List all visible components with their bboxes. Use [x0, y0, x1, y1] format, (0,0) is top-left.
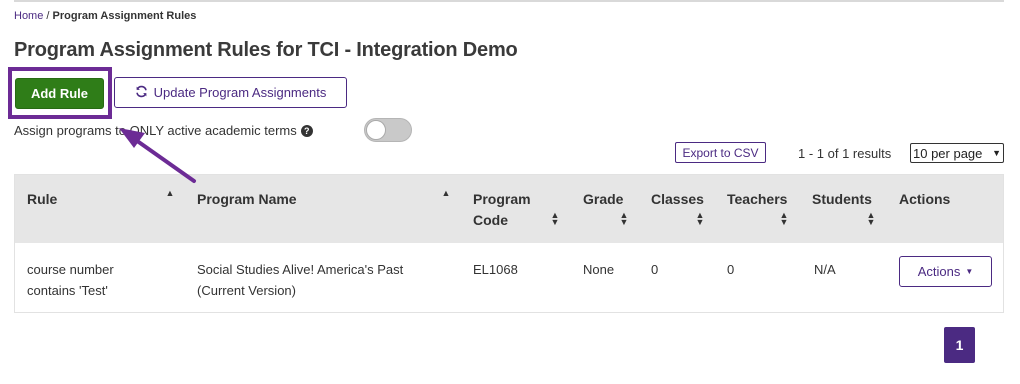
sort-asc-icon[interactable]: ▲ — [165, 189, 175, 198]
rule-line2: contains 'Test' — [27, 283, 108, 298]
caret-down-icon: ▼ — [965, 267, 974, 276]
column-header-rule[interactable]: Rule — [27, 189, 57, 210]
program-name-line2: (Current Version) — [197, 283, 296, 298]
per-page-value: 10 per page — [913, 145, 983, 161]
column-header-teachers[interactable]: Teachers — [727, 189, 787, 210]
add-rule-button[interactable]: Add Rule — [15, 78, 104, 109]
question-circle-icon[interactable]: ? — [300, 124, 313, 137]
cell-students: N/A — [814, 262, 836, 277]
refresh-icon — [135, 85, 148, 101]
breadcrumb-current: Program Assignment Rules — [52, 10, 197, 22]
breadcrumb-home-link[interactable]: Home — [14, 10, 43, 22]
program-code-header-line2: Code — [473, 212, 508, 228]
breadcrumb-separator: / — [43, 10, 53, 22]
sort-both-icon[interactable]: ▲ ▼ — [866, 211, 876, 227]
row-actions-label: Actions — [917, 264, 961, 279]
column-header-students[interactable]: Students — [812, 189, 872, 210]
column-header-actions: Actions — [899, 191, 951, 207]
column-header-program-name[interactable]: Program Name — [197, 189, 297, 210]
column-header-classes[interactable]: Classes — [651, 189, 704, 210]
cell-program-code: EL1068 — [473, 262, 518, 277]
update-program-assignments-button[interactable]: Update Program Assignments — [114, 77, 347, 108]
column-header-grade[interactable]: Grade — [583, 189, 623, 210]
breadcrumb: Home / Program Assignment Rules — [14, 10, 196, 22]
row-actions-button[interactable]: Actions ▼ — [899, 256, 992, 287]
cell-rule: course number contains 'Test' — [27, 259, 114, 301]
sort-asc-icon[interactable]: ▲ — [441, 189, 451, 198]
chevron-down-icon: ▼ — [992, 148, 1001, 158]
update-program-assignments-label: Update Program Assignments — [153, 85, 327, 100]
cell-grade: None — [583, 262, 615, 277]
rules-table: Rule ▲ Program Name ▲ Program Code ▲ ▼ Gr… — [14, 174, 1004, 313]
assign-active-terms-text: Assign programs to ONLY active academic … — [14, 123, 297, 138]
per-page-select[interactable]: 10 per page ▼ — [910, 143, 1004, 163]
assign-active-terms-label: Assign programs to ONLY active academic … — [14, 123, 313, 138]
assign-active-terms-toggle[interactable] — [364, 118, 412, 142]
results-count: 1 - 1 of 1 results — [798, 146, 892, 161]
sort-both-icon[interactable]: ▲ ▼ — [695, 211, 705, 227]
pagination-page-button[interactable]: 1 — [944, 327, 975, 363]
cell-teachers: 0 — [727, 262, 735, 277]
cell-classes: 0 — [651, 262, 659, 277]
sort-both-icon[interactable]: ▲ ▼ — [779, 211, 789, 227]
export-csv-button[interactable]: Export to CSV — [675, 142, 766, 163]
cell-program-name: Social Studies Alive! America's Past (Cu… — [197, 259, 403, 301]
page-title: Program Assignment Rules for TCI - Integ… — [14, 39, 518, 61]
sort-both-icon[interactable]: ▲ ▼ — [550, 211, 560, 227]
program-code-header-line1: Program — [473, 191, 531, 207]
program-name-line1: Social Studies Alive! America's Past — [197, 262, 404, 277]
rule-line1: course number — [27, 262, 114, 277]
column-header-program-code[interactable]: Program Code — [473, 189, 531, 231]
toggle-knob — [366, 120, 386, 140]
sort-both-icon[interactable]: ▲ ▼ — [619, 211, 629, 227]
top-divider — [14, 0, 1004, 2]
table-header: Rule ▲ Program Name ▲ Program Code ▲ ▼ Gr… — [15, 175, 1003, 243]
